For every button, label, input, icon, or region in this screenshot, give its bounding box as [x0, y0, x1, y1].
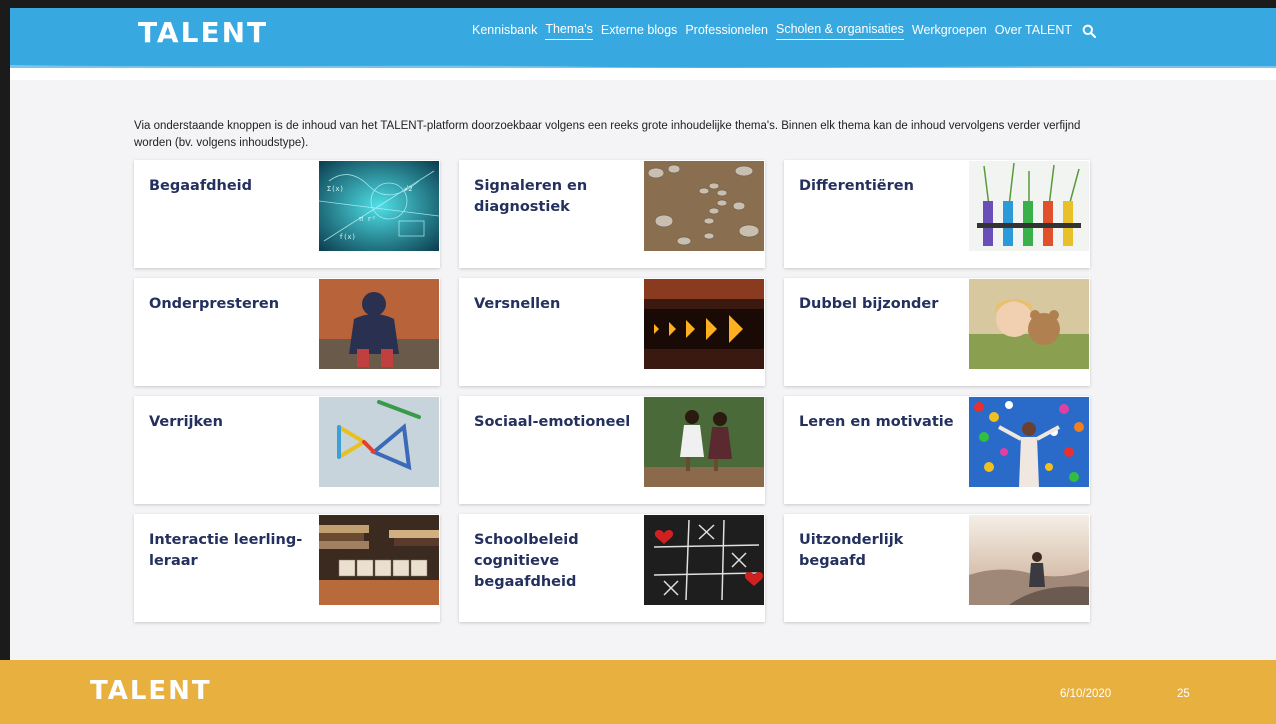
nav-themas[interactable]: Thema's — [545, 22, 593, 40]
theme-title: Begaafdheid — [149, 178, 253, 194]
theme-card-signaleren-en-diagnostiek[interactable]: Signaleren en diagnostiek — [459, 160, 765, 268]
header-white-band — [10, 68, 1276, 80]
frame-left — [0, 0, 10, 660]
svg-text:f(x): f(x) — [339, 233, 356, 241]
nav-werkgroepen[interactable]: Werkgroepen — [912, 23, 987, 40]
child-with-teddy-bear-photo — [969, 279, 1089, 369]
slide-number: 25 — [1177, 688, 1190, 700]
tic-tac-toe-hearts-photo — [644, 515, 764, 605]
nav-professionelen[interactable]: Professionelen — [685, 23, 768, 40]
teach-letter-blocks-photo — [319, 515, 439, 605]
frame-top — [0, 0, 1276, 8]
intro-text: Via onderstaande knoppen is de inhoud va… — [134, 120, 1081, 149]
svg-text:√2: √2 — [404, 185, 412, 193]
theme-title: Onderpresteren — [149, 296, 280, 312]
main-nav: Kennisbank Thema's Externe blogs Profess… — [472, 22, 1097, 40]
theme-title: Schoolbeleid cognitieve begaafdheid — [474, 532, 579, 590]
nav-scholen-organisaties[interactable]: Scholen & organisaties — [776, 22, 904, 40]
theme-card-versnellen[interactable]: Versnellen — [459, 278, 765, 386]
footer-talent-logo: TALENT — [90, 676, 212, 706]
theme-title: Versnellen — [474, 296, 561, 312]
theme-title: Leren en motivatie — [799, 414, 954, 430]
theme-title: Sociaal-emotioneel — [474, 414, 631, 430]
slide-footer: TALENT 6/10/2020 25 — [0, 660, 1276, 724]
theme-title: Interactie leerling-leraar — [149, 532, 303, 569]
theme-card-onderpresteren[interactable]: Onderpresteren — [134, 278, 440, 386]
talent-logo[interactable]: TALENT — [138, 16, 268, 49]
svg-text:π r²: π r² — [359, 215, 376, 223]
theme-card-schoolbeleid-cognitieve-begaafdheid[interactable]: Schoolbeleid cognitieve begaafdheid — [459, 514, 765, 622]
theme-card-interactie-leerling-leraar[interactable]: Interactie leerling-leraar — [134, 514, 440, 622]
theme-card-begaafdheid[interactable]: Begaafdheid Σ(x) π r² √2 f(x) — [134, 160, 440, 268]
pencils-triangles-photo — [319, 397, 439, 487]
theme-card-leren-en-motivatie[interactable]: Leren en motivatie — [784, 396, 1090, 504]
search-icon[interactable] — [1082, 24, 1097, 38]
led-arrows-photo — [644, 279, 764, 369]
two-girls-walking-photo — [644, 397, 764, 487]
sad-child-against-wall-photo — [319, 279, 439, 369]
website-screenshot: TALENT Kennisbank Thema's Externe blogs … — [10, 8, 1276, 660]
pebbles-question-mark-photo — [644, 161, 764, 251]
theme-title: Dubbel bijzonder — [799, 296, 939, 312]
slide: TALENT Kennisbank Thema's Externe blogs … — [0, 0, 1276, 724]
theme-card-differentieren[interactable]: Differentiëren — [784, 160, 1090, 268]
test-tubes-flowers-photo — [969, 161, 1089, 251]
svg-text:Σ(x): Σ(x) — [327, 185, 344, 193]
theme-card-sociaal-emotioneel[interactable]: Sociaal-emotioneel — [459, 396, 765, 504]
theme-card-verrijken[interactable]: Verrijken — [134, 396, 440, 504]
nav-over-talent[interactable]: Over TALENT — [995, 23, 1072, 40]
math-formulas-photo: Σ(x) π r² √2 f(x) — [319, 161, 439, 251]
theme-title: Verrijken — [149, 414, 223, 430]
theme-title: Signaleren en diagnostiek — [474, 178, 588, 215]
theme-title: Uitzonderlijk begaafd — [799, 532, 904, 569]
nav-kennisbank[interactable]: Kennisbank — [472, 23, 537, 40]
girl-with-balloons-photo — [969, 397, 1089, 487]
theme-title: Differentiëren — [799, 178, 914, 194]
person-on-mountain-photo — [969, 515, 1089, 605]
nav-externe-blogs[interactable]: Externe blogs — [601, 23, 677, 40]
theme-card-dubbel-bijzonder[interactable]: Dubbel bijzonder — [784, 278, 1090, 386]
theme-card-uitzonderlijk-begaafd[interactable]: Uitzonderlijk begaafd — [784, 514, 1090, 622]
slide-date: 6/10/2020 — [1060, 688, 1112, 700]
theme-grid: Begaafdheid Σ(x) π r² √2 f(x) Signaleren… — [134, 160, 1090, 622]
